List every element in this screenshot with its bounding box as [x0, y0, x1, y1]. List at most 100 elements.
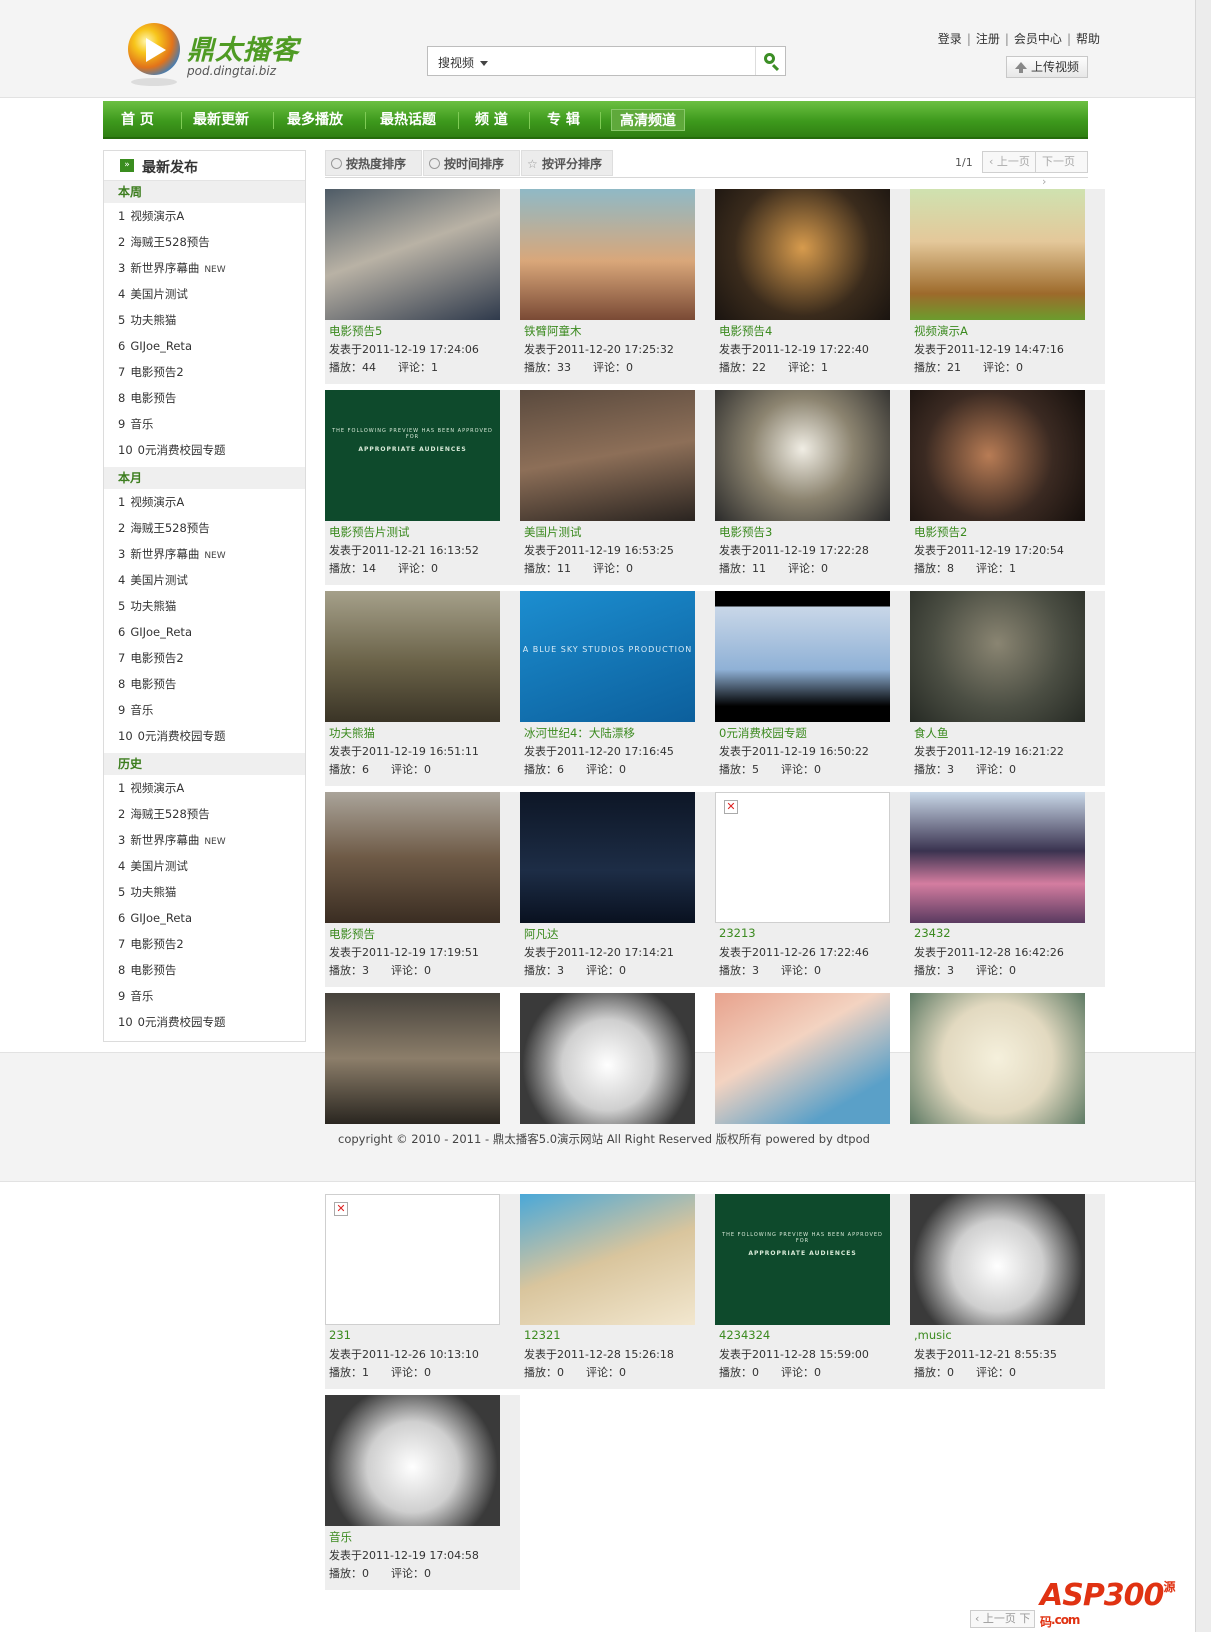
sidebar-item[interactable]: 4 美国片测试 — [118, 285, 188, 303]
video-thumbnail[interactable] — [715, 591, 890, 722]
video-title[interactable]: 电影预告 — [329, 926, 375, 942]
video-thumbnail[interactable]: A BLUE SKY STUDIOS PRODUCTION — [520, 591, 695, 722]
video-thumbnail[interactable] — [910, 591, 1085, 722]
video-title[interactable]: 电影预告2 — [914, 524, 967, 540]
nav-home[interactable]: 首 页 — [121, 109, 154, 131]
upload-video-button[interactable]: 上传视频 — [1006, 56, 1088, 78]
video-thumbnail[interactable] — [715, 993, 890, 1124]
video-card[interactable]: ,music 发表于2011-12-21 8:55:35 播放：0 评论：0 — [910, 1194, 1105, 1389]
video-card[interactable]: 铁臂阿童木 发表于2011-12-20 17:25:32 播放：33 评论：0 — [520, 189, 715, 384]
sidebar-item[interactable]: 1 视频演示A — [118, 493, 184, 511]
search-type-select[interactable]: 搜视频 — [438, 54, 489, 71]
sidebar-item[interactable]: 6 GIJoe_Reta — [118, 909, 192, 927]
video-title[interactable]: 电影预告片测试 — [329, 524, 410, 540]
sidebar-item[interactable]: 1 视频演示A — [118, 207, 184, 225]
sidebar-item[interactable]: 8 电影预告 — [118, 961, 176, 979]
sort-by-popularity[interactable]: 按热度排序 — [325, 150, 422, 176]
video-thumbnail[interactable] — [910, 1194, 1085, 1325]
nav-latest[interactable]: 最新更新 — [193, 109, 249, 131]
sidebar-section-header[interactable]: 历史 — [104, 753, 305, 775]
sidebar-item[interactable]: 1 视频演示A — [118, 779, 184, 797]
video-thumbnail[interactable] — [520, 1194, 695, 1325]
sidebar-item[interactable]: 5 功夫熊猫 — [118, 311, 176, 329]
login-link[interactable]: 登录 — [938, 32, 962, 46]
video-thumbnail[interactable] — [325, 993, 500, 1124]
sidebar-item[interactable]: 4 美国片测试 — [118, 857, 188, 875]
video-title[interactable]: 音乐 — [329, 1529, 352, 1545]
sidebar-item[interactable]: 7 电影预告2 — [118, 363, 184, 381]
nav-albums[interactable]: 专 辑 — [547, 109, 580, 131]
video-card[interactable]: A BLUE SKY STUDIOS PRODUCTION 冰河世纪4：大陆漂移发… — [520, 591, 715, 786]
next-page-button[interactable]: 下一页 › — [1035, 151, 1088, 188]
video-title[interactable]: ,music — [914, 1328, 952, 1342]
register-link[interactable]: 注册 — [976, 32, 1000, 46]
video-thumbnail[interactable] — [715, 390, 890, 521]
sidebar-item[interactable]: 7 电影预告2 — [118, 935, 184, 953]
window-scrollbar[interactable] — [1195, 0, 1211, 1632]
video-title[interactable]: 食人鱼 — [914, 725, 949, 741]
video-card[interactable] — [910, 993, 1105, 1188]
sidebar-item[interactable]: 9 音乐 — [118, 987, 153, 1005]
video-title[interactable]: 功夫熊猫 — [329, 725, 375, 741]
prev-page-button[interactable]: ‹ 上一页 — [982, 151, 1037, 173]
site-logo[interactable]: 鼎太播客 pod.dingtai.biz — [125, 20, 325, 90]
video-thumbnail[interactable] — [520, 189, 695, 320]
video-title[interactable]: 美国片测试 — [524, 524, 582, 540]
video-title[interactable]: 铁臂阿童木 — [524, 323, 582, 339]
nav-hot-topics[interactable]: 最热话题 — [380, 109, 436, 131]
video-title[interactable]: 电影预告5 — [329, 323, 382, 339]
video-title[interactable]: 0元消费校园专题 — [719, 725, 807, 741]
video-thumbnail[interactable] — [325, 792, 500, 923]
member-center-link[interactable]: 会员中心 — [1014, 32, 1062, 46]
video-card[interactable]: THE FOLLOWING PREVIEW HAS BEEN APPROVED … — [325, 390, 520, 585]
sort-by-time[interactable]: 按时间排序 — [423, 150, 520, 176]
sidebar-item[interactable]: 8 电影预告 — [118, 675, 176, 693]
video-thumbnail[interactable]: THE FOLLOWING PREVIEW HAS BEEN APPROVED … — [715, 1194, 890, 1325]
sidebar-item[interactable]: 2 海贼王528预告 — [118, 519, 210, 537]
video-card[interactable]: 12321 发表于2011-12-28 15:26:18 播放：0 评论：0 — [520, 1194, 715, 1389]
video-card[interactable]: 食人鱼 发表于2011-12-19 16:21:22 播放：3 评论：0 — [910, 591, 1105, 786]
video-title[interactable]: 23213 — [719, 926, 756, 940]
video-card[interactable]: 23432 发表于2011-12-28 16:42:26 播放：3 评论：0 — [910, 792, 1105, 987]
nav-hd-channel[interactable]: 高清频道 — [611, 109, 685, 131]
video-card[interactable]: 电影预告2 发表于2011-12-19 17:20:54 播放：8 评论：1 — [910, 390, 1105, 585]
video-thumbnail[interactable] — [325, 1395, 500, 1526]
sidebar-item[interactable]: 9 音乐 — [118, 701, 153, 719]
search-box[interactable]: 搜视频 — [427, 46, 786, 76]
video-card[interactable] — [325, 993, 520, 1188]
sidebar-section-header[interactable]: 本周 — [104, 181, 305, 203]
video-card[interactable]: 音乐 发表于2011-12-19 17:04:58 播放：0 评论：0 — [325, 1395, 520, 1590]
video-card[interactable]: THE FOLLOWING PREVIEW HAS BEEN APPROVED … — [715, 1194, 910, 1389]
video-card[interactable]: 功夫熊猫 发表于2011-12-19 16:51:11 播放：6 评论：0 — [325, 591, 520, 786]
sidebar-item[interactable]: 2 海贼王528预告 — [118, 233, 210, 251]
video-title[interactable]: 231 — [329, 1328, 351, 1342]
sidebar-item[interactable]: 10 0元消费校园专题 — [118, 727, 225, 745]
video-thumbnail[interactable] — [910, 390, 1085, 521]
video-thumbnail[interactable] — [325, 591, 500, 722]
video-card[interactable]: ✕ 231 发表于2011-12-26 10:13:10 播放：1 评论：0 — [325, 1194, 520, 1389]
video-thumbnail[interactable] — [520, 792, 695, 923]
video-title[interactable]: 冰河世纪4：大陆漂移 — [524, 725, 635, 741]
sort-by-rating[interactable]: ☆ 按评分排序 — [521, 150, 613, 176]
search-button[interactable] — [755, 47, 785, 75]
sidebar-item[interactable]: 10 0元消费校园专题 — [118, 441, 225, 459]
video-thumbnail[interactable] — [520, 993, 695, 1124]
video-title[interactable]: 视频演示A — [914, 323, 968, 339]
video-card[interactable]: 美国片测试 发表于2011-12-19 16:53:25 播放：11 评论：0 — [520, 390, 715, 585]
sidebar-section-header[interactable]: 本月 — [104, 467, 305, 489]
sidebar-item[interactable]: 10 0元消费校园专题 — [118, 1013, 225, 1031]
sidebar-item[interactable]: 7 电影预告2 — [118, 649, 184, 667]
video-card[interactable]: 电影预告5 发表于2011-12-19 17:24:06 播放：44 评论：1 — [325, 189, 520, 384]
video-thumbnail[interactable] — [715, 189, 890, 320]
video-title[interactable]: 电影预告4 — [719, 323, 772, 339]
video-title[interactable]: 4234324 — [719, 1328, 770, 1342]
sidebar-item[interactable]: 6 GIJoe_Reta — [118, 337, 192, 355]
video-card[interactable] — [520, 993, 715, 1188]
sidebar-item[interactable]: 8 电影预告 — [118, 389, 176, 407]
video-card[interactable]: ✕ 23213 发表于2011-12-26 17:22:46 播放：3 评论：0 — [715, 792, 910, 987]
video-card[interactable]: 阿凡达 发表于2011-12-20 17:14:21 播放：3 评论：0 — [520, 792, 715, 987]
video-card[interactable]: 视频演示A 发表于2011-12-19 14:47:16 播放：21 评论：0 — [910, 189, 1105, 384]
video-thumbnail[interactable]: THE FOLLOWING PREVIEW HAS BEEN APPROVED … — [325, 390, 500, 521]
video-card[interactable]: 0元消费校园专题 发表于2011-12-19 16:50:22 播放：5 评论：0 — [715, 591, 910, 786]
nav-most-played[interactable]: 最多播放 — [287, 109, 343, 131]
